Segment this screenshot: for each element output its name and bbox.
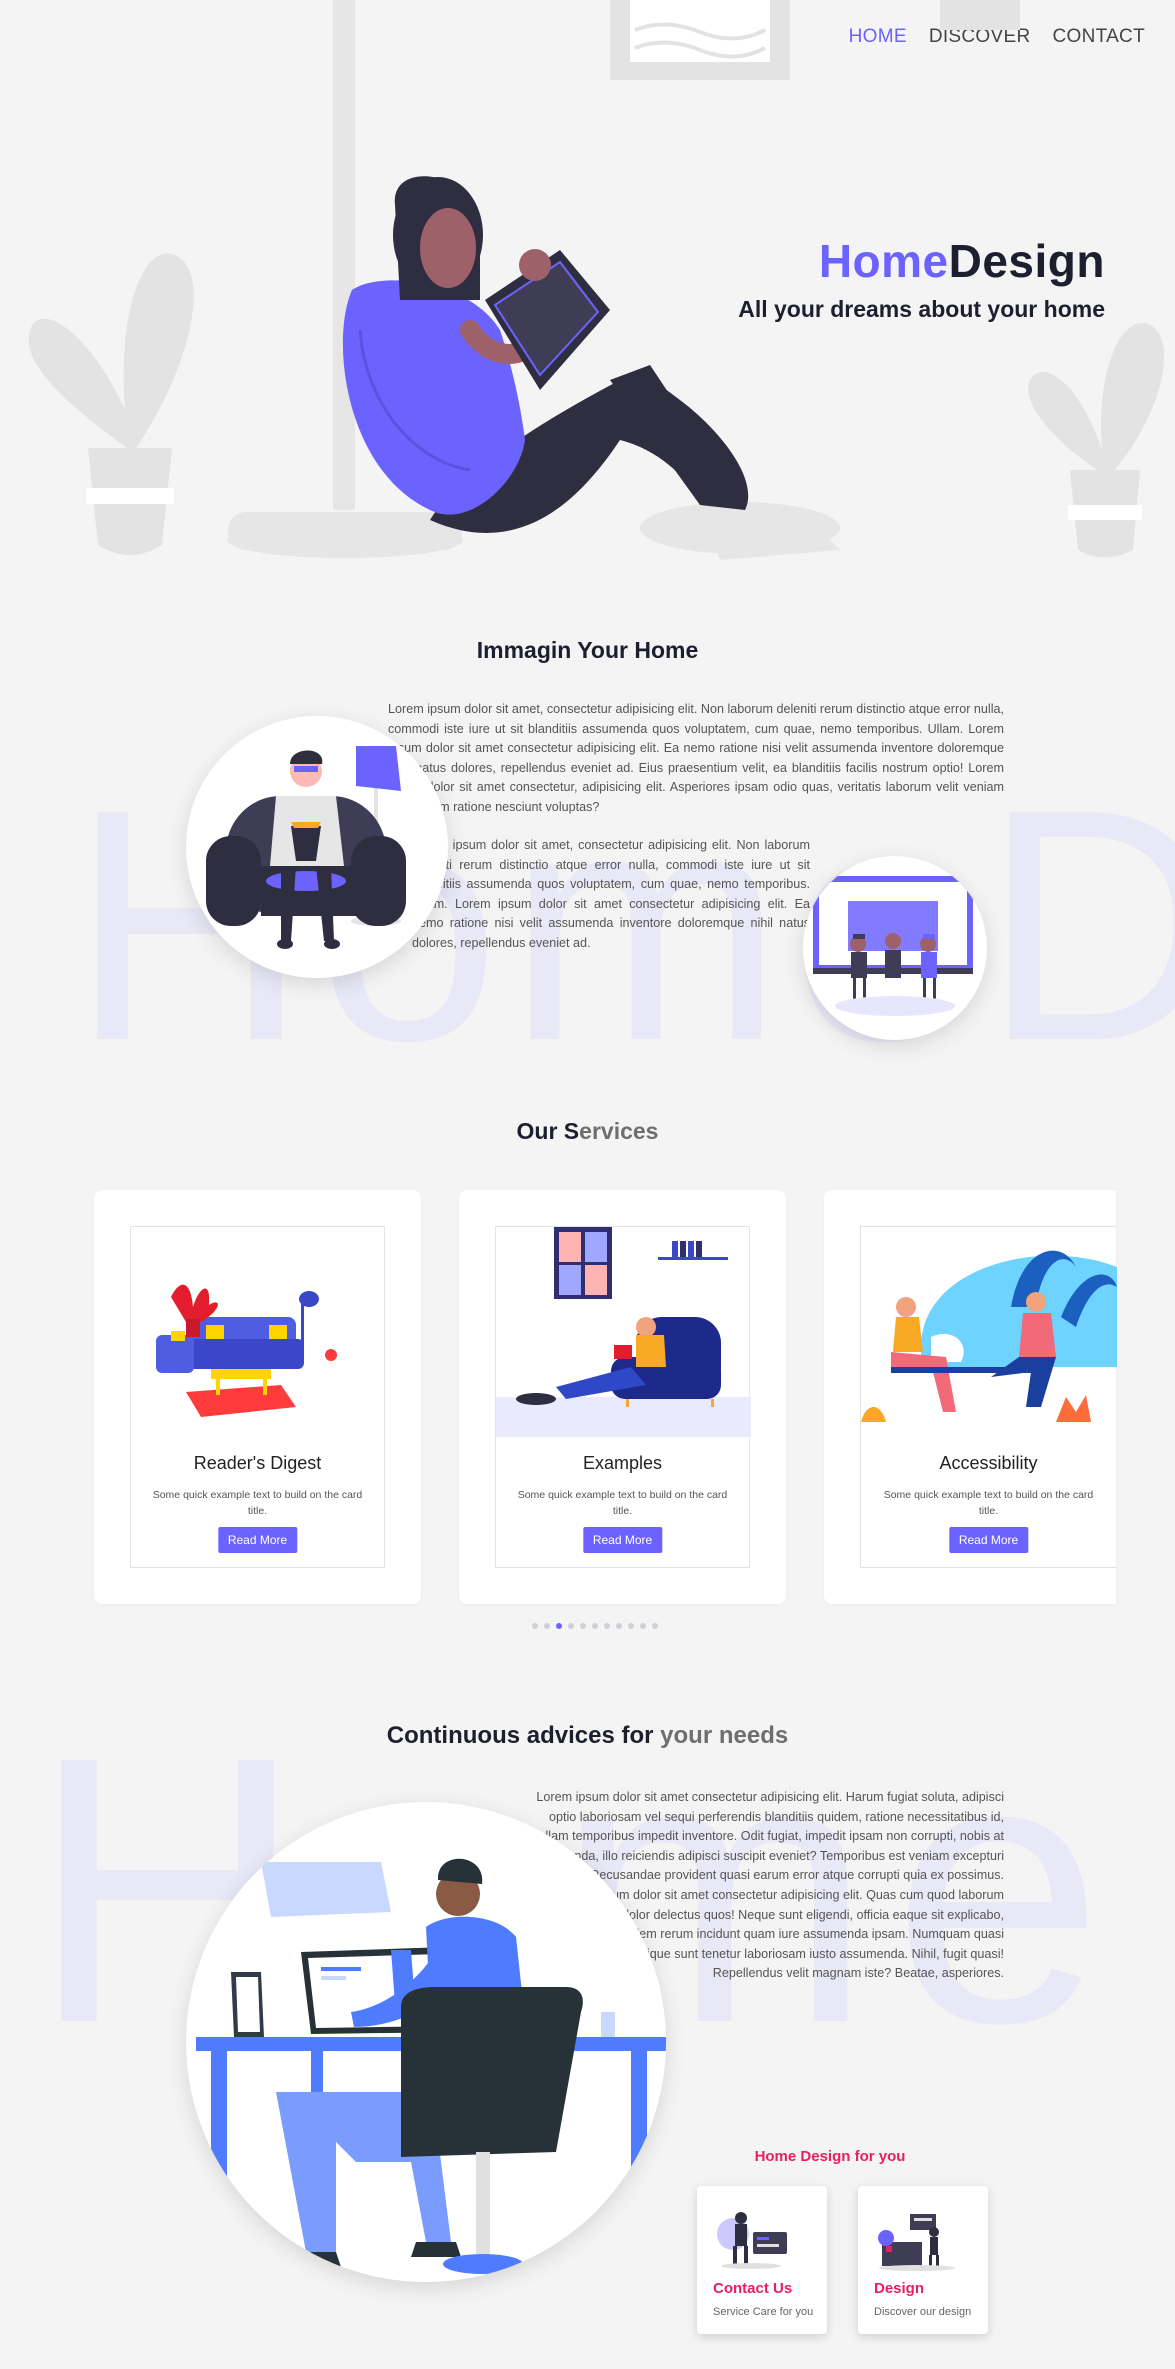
carousel-dots: [532, 1623, 658, 1629]
service-card-text: Some quick example text to build on the …: [517, 1489, 728, 1517]
advices-title: Continuous advices for your needs: [0, 1722, 1175, 1750]
carousel-dot[interactable]: [544, 1623, 550, 1629]
mini-card-text: Discover our design: [874, 2306, 972, 2318]
service-card-text: Some quick example text to build on the …: [883, 1489, 1094, 1517]
service-card-inner: Examples Some quick example text to buil…: [495, 1226, 751, 1568]
living-room-illustration: [156, 1284, 337, 1417]
service-card-text: Some quick example text to build on the …: [152, 1489, 363, 1517]
man-in-armchair-image: [186, 716, 448, 978]
imagine-paragraph-2: Lorem ipsum dolor sit amet, consectetur …: [412, 836, 810, 954]
carousel-dot[interactable]: [556, 1623, 562, 1629]
services-title-a: Our S: [516, 1118, 580, 1144]
service-card-accessibility: Accessibility Some quick example text to…: [824, 1190, 1117, 1604]
design-card[interactable]: Design Discover our design: [858, 2186, 988, 2334]
hero-subtitle: All your dreams about your home: [738, 296, 1105, 322]
mini-card-text: Service Care for you: [713, 2306, 814, 2318]
advices-title-a: Continuous advices for: [386, 1722, 661, 1749]
graduation-image: [803, 856, 987, 1040]
carousel-dot[interactable]: [640, 1623, 646, 1629]
man-desk-illustration: [196, 1858, 666, 2281]
carousel-dot[interactable]: [604, 1623, 610, 1629]
contact-illustration: [717, 2212, 787, 2269]
hero-title: HomeDesign: [819, 234, 1105, 288]
for-you-label: Home Design for you: [754, 2148, 906, 2165]
service-card-readers-digest: Reader's Digest Some quick example text …: [94, 1190, 421, 1604]
read-more-button[interactable]: Read More: [582, 1527, 663, 1553]
man-armchair-illustration: [206, 746, 406, 949]
hero-illustration: [28, 0, 1165, 560]
graduation-illustration: [813, 876, 973, 1016]
right-plant-illustration: [1028, 322, 1165, 558]
imagine-paragraph-1: Lorem ipsum dolor sit amet, consectetur …: [388, 702, 1004, 814]
service-card-title: Examples: [582, 1453, 663, 1473]
service-card-examples: Examples Some quick example text to buil…: [459, 1190, 786, 1604]
service-card-inner: Accessibility Some quick example text to…: [860, 1226, 1117, 1568]
left-plant-illustration: [28, 253, 194, 555]
carousel-dot[interactable]: [580, 1623, 586, 1629]
service-card-title: Reader's Digest: [193, 1453, 322, 1473]
people-chatting-illustration: [861, 1250, 1117, 1422]
carousel-dot[interactable]: [592, 1623, 598, 1629]
service-card-title: Accessibility: [939, 1453, 1038, 1473]
advices-title-b: your needs: [660, 1722, 789, 1749]
carousel-dot[interactable]: [652, 1623, 658, 1629]
design-illustration: [878, 2214, 955, 2271]
mini-card-title: Contact Us: [713, 2280, 793, 2297]
woman-reading-illustration: [342, 176, 840, 560]
services-title-b: ervices: [579, 1118, 659, 1144]
carousel-dot[interactable]: [616, 1623, 622, 1629]
imagine-paragraph-2-text: Lorem ipsum dolor sit amet, consectetur …: [412, 838, 810, 950]
read-more-button[interactable]: Read More: [217, 1527, 298, 1553]
hero-title-home: Home: [818, 235, 949, 287]
hero-title-design: Design: [948, 235, 1105, 287]
service-card-inner: Reader's Digest Some quick example text …: [130, 1226, 385, 1568]
carousel-dot[interactable]: [568, 1623, 574, 1629]
man-at-desk-image: [186, 1802, 666, 2282]
services-title: Our Services: [0, 1118, 1175, 1145]
picture-frame-illustration: [610, 0, 1020, 80]
carousel-dot[interactable]: [532, 1623, 538, 1629]
mini-card-title: Design: [874, 2280, 925, 2297]
carousel-dot[interactable]: [628, 1623, 634, 1629]
imagine-title: Immagin Your Home: [476, 637, 699, 663]
reading-chair-illustration: [496, 1227, 751, 1437]
read-more-button[interactable]: Read More: [948, 1527, 1029, 1553]
contact-us-card[interactable]: Contact Us Service Care for you: [697, 2186, 827, 2334]
